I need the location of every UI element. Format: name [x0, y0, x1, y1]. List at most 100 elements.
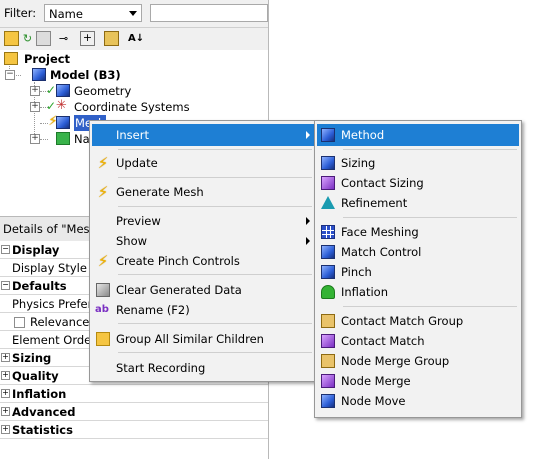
node-merge-group-icon — [321, 354, 335, 368]
refresh-icon[interactable]: ↻ — [20, 31, 35, 46]
menu-label: Contact Match — [341, 334, 425, 348]
wireframe-icon[interactable] — [36, 31, 51, 46]
filter-bar: Filter: Name — [0, 0, 268, 28]
menu-label: Generate Mesh — [116, 185, 204, 199]
mesh-icon — [56, 116, 70, 129]
menu-label: Inflation — [341, 285, 388, 299]
menu-item-contact-sizing[interactable]: Contact Sizing — [317, 172, 519, 194]
expand-icon[interactable]: + — [30, 102, 40, 112]
details-row-label: Physics Prefere — [12, 297, 100, 311]
menu-item-contact-match-group[interactable]: Contact Match Group — [317, 310, 519, 332]
inflation-icon — [321, 285, 335, 299]
tree-label-project: Project — [24, 52, 71, 66]
details-row-label: Advanced — [12, 405, 76, 419]
menu-item-create-pinch-controls[interactable]: ⚡ Create Pinch Controls — [92, 250, 314, 272]
menu-item-start-recording[interactable]: Start Recording — [92, 357, 314, 379]
contact-sizing-icon — [321, 176, 335, 190]
details-row-label: Inflation — [12, 387, 67, 401]
menu-item-clear-generated-data[interactable]: Clear Generated Data — [92, 279, 314, 301]
named-selections-icon — [56, 132, 70, 145]
refinement-icon — [321, 196, 335, 209]
chevron-down-icon — [129, 11, 137, 16]
menu-item-preview[interactable]: Preview — [92, 210, 314, 232]
menu-item-update[interactable]: ⚡ Update — [92, 152, 314, 174]
expand-icon[interactable]: + — [1, 407, 10, 416]
menu-label: Clear Generated Data — [116, 283, 242, 297]
details-row-label: Sizing — [12, 351, 52, 365]
expand-icon[interactable]: + — [30, 86, 40, 96]
details-row-label: Display Style — [12, 261, 87, 275]
pinch-icon — [321, 265, 335, 279]
details-row-label: Display — [12, 243, 60, 257]
filter-dropdown[interactable]: Name — [44, 4, 142, 22]
connect-icon[interactable]: ⊸ — [56, 31, 71, 46]
expand-icon[interactable]: + — [1, 371, 10, 380]
tree-label-coordinate-systems: Coordinate Systems — [74, 100, 190, 114]
menu-item-insert[interactable]: Insert — [92, 124, 314, 146]
collapse-icon[interactable]: − — [1, 245, 10, 254]
menu-label: Show — [116, 234, 148, 248]
menu-label: Refinement — [341, 196, 408, 210]
details-group-advanced[interactable]: + Advanced — [0, 403, 268, 421]
menu-label: Preview — [116, 214, 161, 228]
menu-label: Node Move — [341, 394, 406, 408]
image-icon[interactable] — [104, 31, 119, 46]
menu-item-rename[interactable]: ab Rename (F2) — [92, 299, 314, 321]
model-cube-icon — [32, 68, 46, 81]
geometry-icon — [56, 84, 70, 97]
menu-label: Pinch — [341, 265, 372, 279]
insert-submenu: Method Sizing Contact Sizing Refinement … — [314, 120, 522, 418]
menu-item-generate-mesh[interactable]: ⚡ Generate Mesh — [92, 181, 314, 203]
details-row-label: Relevance — [30, 315, 90, 329]
collapse-icon[interactable]: − — [5, 70, 15, 80]
menu-item-refinement[interactable]: Refinement — [317, 192, 519, 214]
details-row-label: Defaults — [12, 279, 67, 293]
menu-label: Face Meshing — [341, 225, 419, 239]
expand-all-icon[interactable]: + — [80, 31, 95, 46]
clear-data-icon — [96, 283, 110, 297]
menu-item-pinch[interactable]: Pinch — [317, 261, 519, 283]
submenu-arrow-icon — [306, 217, 310, 225]
menu-item-face-meshing[interactable]: Face Meshing — [317, 221, 519, 243]
node-merge-icon — [321, 374, 335, 388]
menu-label: Method — [341, 128, 385, 142]
menu-item-node-merge-group[interactable]: Node Merge Group — [317, 350, 519, 372]
menu-item-contact-match[interactable]: Contact Match — [317, 330, 519, 352]
details-row-label: Element Order — [12, 333, 96, 347]
expand-icon[interactable]: + — [1, 389, 10, 398]
contact-match-icon — [321, 334, 335, 348]
coordinate-axes-icon: ✳ — [56, 98, 67, 113]
folder-icon — [96, 332, 110, 346]
lightning-icon: ⚡ — [97, 252, 109, 270]
menu-label: Update — [116, 156, 158, 170]
rename-icon: ab — [95, 304, 109, 315]
menu-item-group-all-similar-children[interactable]: Group All Similar Children — [92, 328, 314, 350]
project-icon[interactable] — [4, 31, 19, 46]
sizing-icon — [321, 156, 335, 170]
details-group-statistics[interactable]: + Statistics — [0, 421, 268, 439]
details-group-inflation[interactable]: + Inflation — [0, 385, 268, 403]
expand-icon[interactable]: + — [1, 353, 10, 362]
menu-label: Group All Similar Children — [116, 332, 264, 346]
menu-item-match-control[interactable]: Match Control — [317, 241, 519, 263]
collapse-icon[interactable]: − — [1, 281, 10, 290]
tree-label-named-selections: Na — [74, 132, 90, 146]
menu-item-sizing[interactable]: Sizing — [317, 152, 519, 174]
details-title: Details of "Mesh — [3, 222, 97, 236]
filter-search-field[interactable] — [150, 4, 268, 22]
menu-item-show[interactable]: Show — [92, 230, 314, 252]
menu-item-node-merge[interactable]: Node Merge — [317, 370, 519, 392]
menu-item-inflation[interactable]: Inflation — [317, 281, 519, 303]
menu-label: Insert — [116, 128, 149, 142]
mesh-context-menu: Insert ⚡ Update ⚡ Generate Mesh Preview … — [89, 120, 317, 382]
expand-icon[interactable]: + — [1, 425, 10, 434]
menu-item-node-move[interactable]: Node Move — [317, 390, 519, 412]
match-control-icon — [321, 245, 335, 259]
expand-icon[interactable]: + — [30, 134, 40, 144]
project-icon — [4, 52, 18, 65]
lightning-icon: ⚡ — [97, 183, 109, 201]
tree-label-geometry: Geometry — [74, 84, 132, 98]
relevance-checkbox[interactable] — [14, 317, 25, 328]
sort-az-icon[interactable]: A↓ — [128, 31, 144, 46]
menu-item-method[interactable]: Method — [317, 124, 519, 146]
